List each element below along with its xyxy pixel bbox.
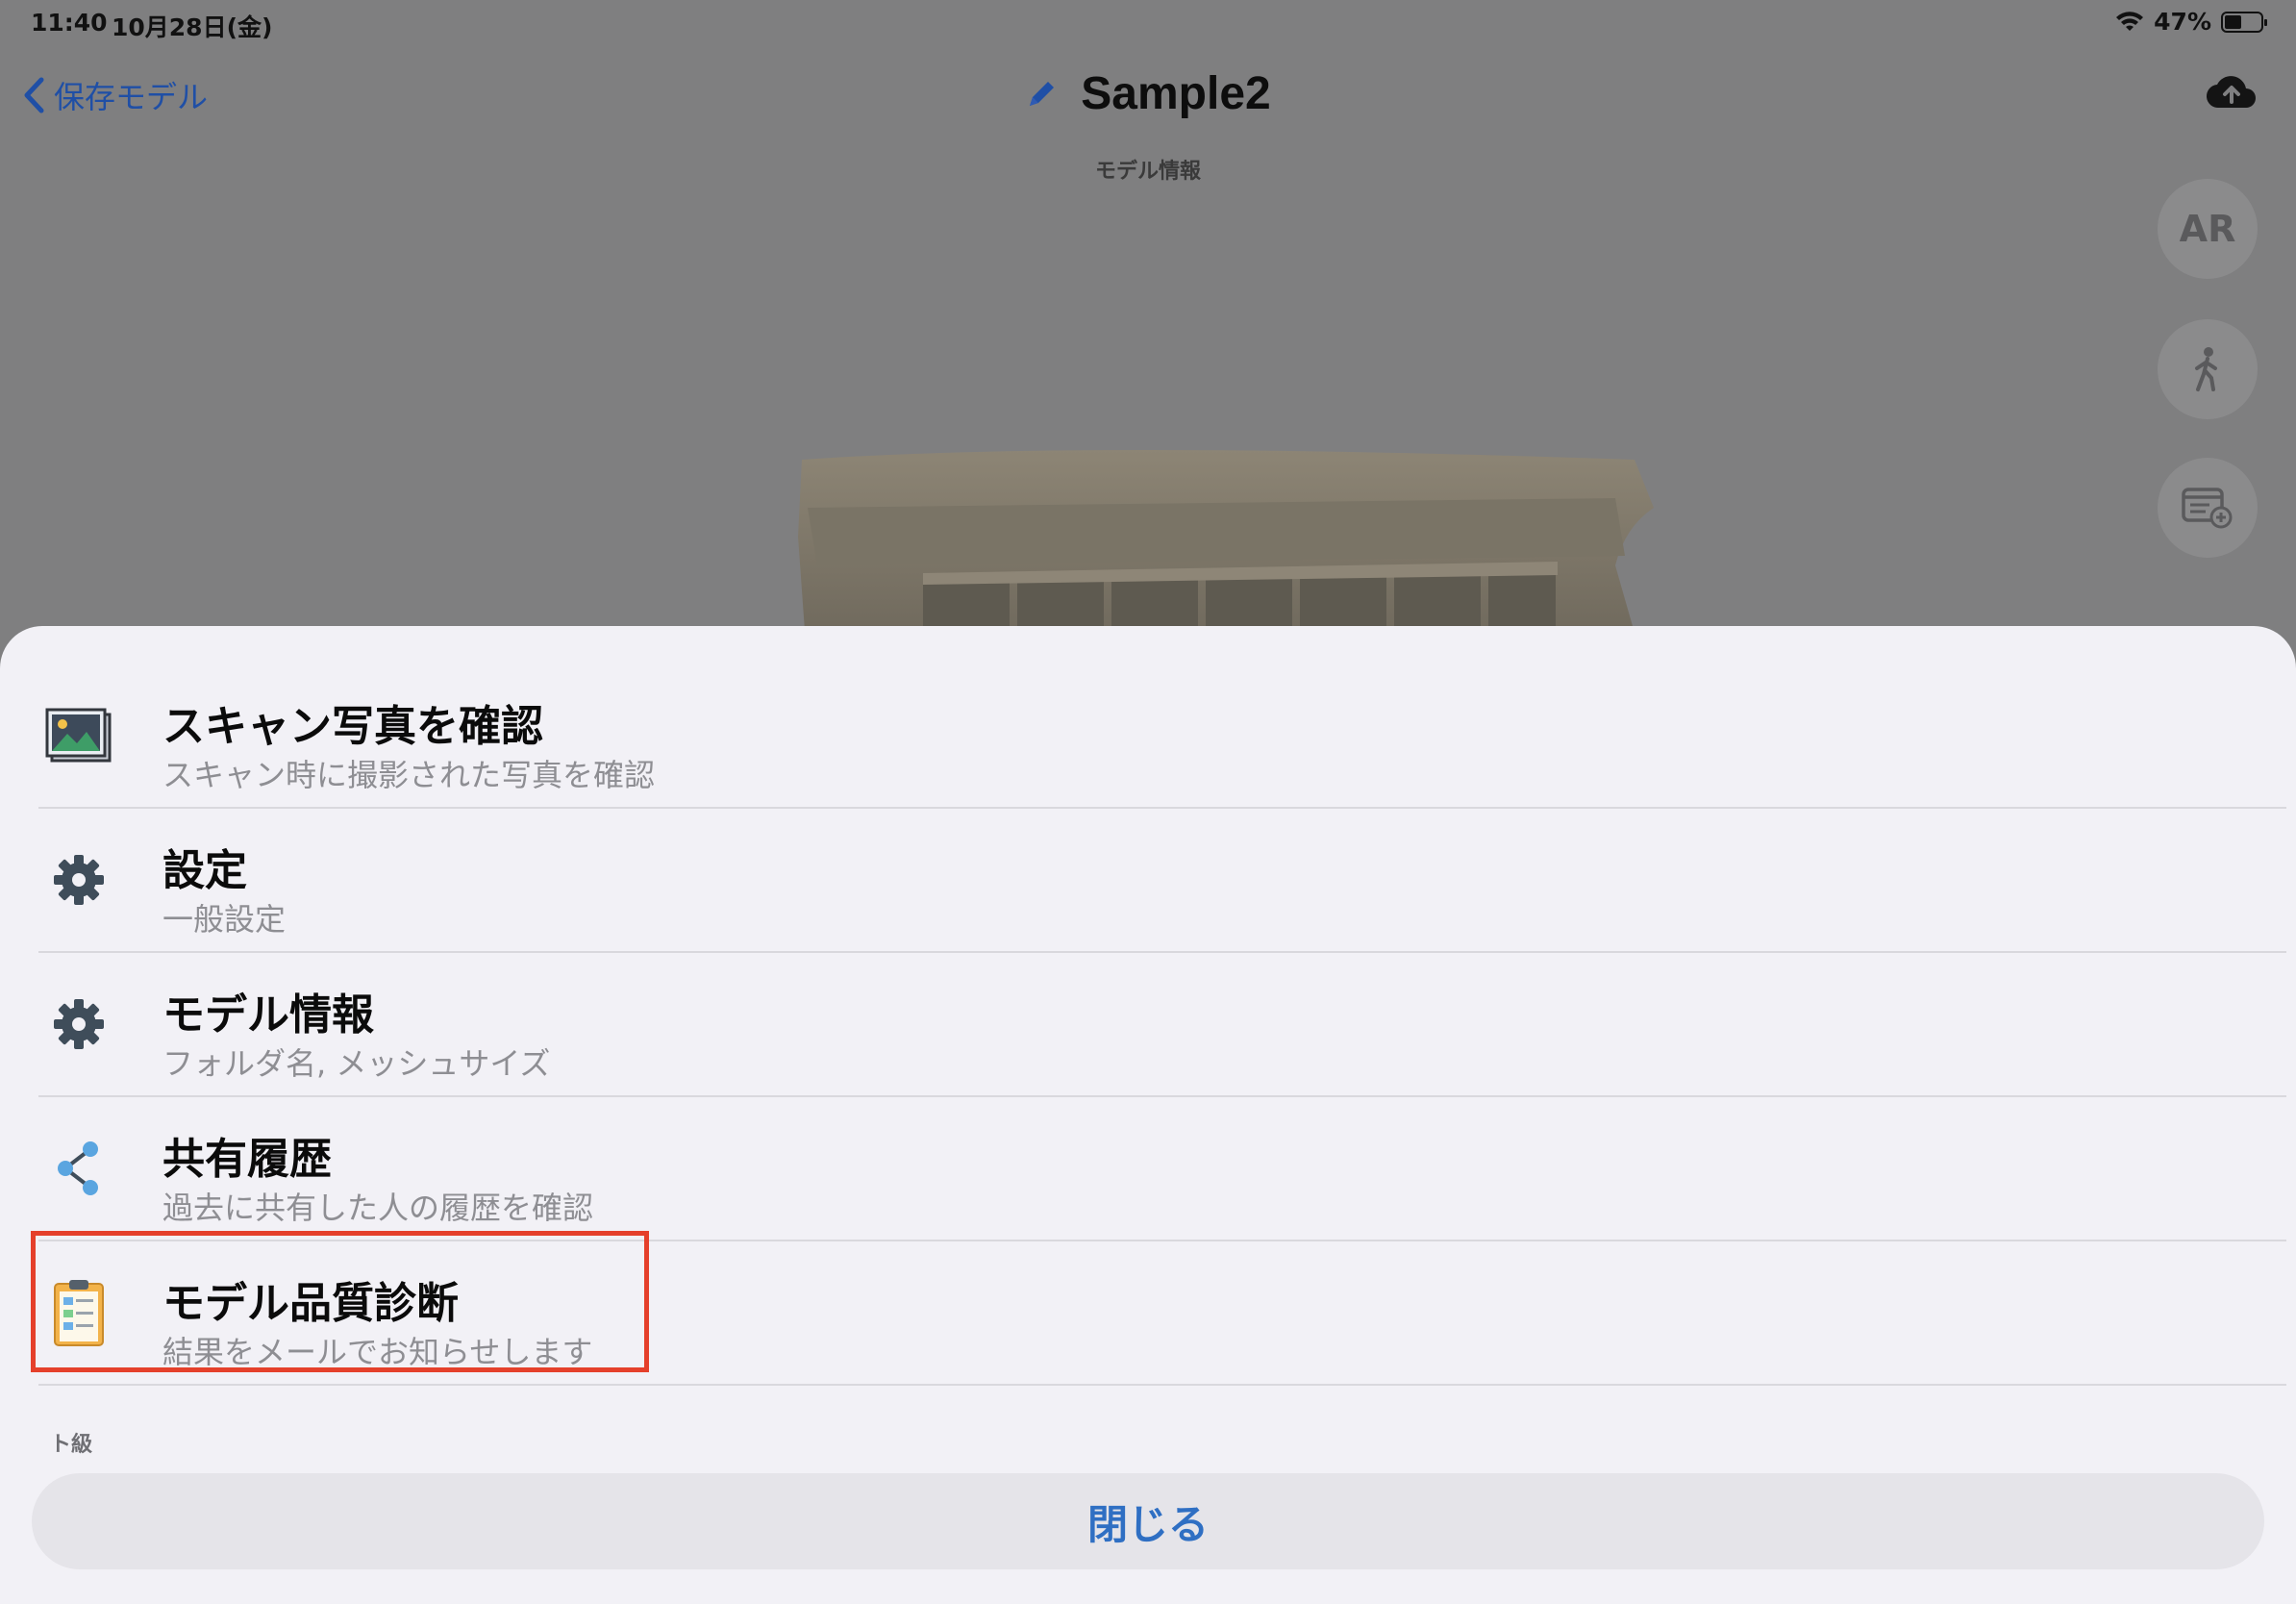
menu-item-subtitle: フォルダ名, メッシュサイズ bbox=[162, 1045, 551, 1082]
pencil-icon[interactable] bbox=[1025, 78, 1058, 111]
menu-item-subtitle: 一般設定 bbox=[162, 901, 287, 938]
menu-item-title: 設定 bbox=[162, 846, 247, 895]
menu-item-share-history[interactable]: 共有履歴 過去に共有した人の履歴を確認 bbox=[38, 1097, 2286, 1241]
menu-item-scan-photos[interactable]: スキャン写真を確認 スキャン時に撮影された写真を確認 bbox=[38, 664, 2286, 809]
ar-label: AR bbox=[2179, 208, 2236, 250]
gear-icon bbox=[44, 990, 113, 1059]
page-title: Sample2 bbox=[1081, 68, 1271, 119]
card-plus-icon bbox=[2182, 488, 2233, 529]
status-time: 11:40 bbox=[31, 9, 108, 37]
menu-item-settings[interactable]: 設定 一般設定 bbox=[38, 809, 2286, 953]
menu-item-subtitle: スキャン時に撮影された写真を確認 bbox=[162, 757, 656, 793]
add-card-button[interactable] bbox=[2158, 458, 2258, 558]
highlight-box bbox=[31, 1231, 649, 1372]
menu-item-title: モデル情報 bbox=[162, 990, 374, 1040]
battery-icon bbox=[2221, 11, 2267, 33]
status-right: 47% bbox=[2115, 8, 2267, 36]
walk-mode-button[interactable] bbox=[2158, 319, 2258, 419]
nav-bar: 保存モデル Sample2 モデル情報 bbox=[0, 50, 2296, 184]
cloud-upload-icon[interactable] bbox=[2206, 71, 2258, 112]
battery-percent: 47% bbox=[2154, 8, 2211, 36]
walk-icon bbox=[2195, 347, 2217, 391]
menu-item-title: 共有履歴 bbox=[162, 1135, 332, 1184]
close-label: 閉じる bbox=[1086, 1500, 1209, 1548]
section-label: ト級 bbox=[50, 1433, 93, 1457]
action-sheet: スキャン写真を確認 スキャン時に撮影された写真を確認 設定 一般設定 モデル情報… bbox=[0, 626, 2296, 1604]
share-icon bbox=[44, 1134, 113, 1203]
ar-button[interactable]: AR bbox=[2158, 179, 2258, 279]
page-subtitle: モデル情報 bbox=[1094, 160, 1201, 184]
wifi-icon bbox=[2116, 11, 2144, 31]
menu-item-title: スキャン写真を確認 bbox=[162, 702, 543, 751]
photo-icon bbox=[44, 701, 113, 770]
menu-item-model-info[interactable]: モデル情報 フォルダ名, メッシュサイズ bbox=[38, 953, 2286, 1097]
menu-item-subtitle: 過去に共有した人の履歴を確認 bbox=[162, 1190, 594, 1226]
gear-icon bbox=[44, 845, 113, 915]
status-bar: 11:40 10月28日(金) 47% bbox=[0, 0, 2296, 50]
status-date: 10月28日(金) bbox=[112, 13, 273, 41]
close-button[interactable]: 閉じる bbox=[32, 1473, 2264, 1569]
